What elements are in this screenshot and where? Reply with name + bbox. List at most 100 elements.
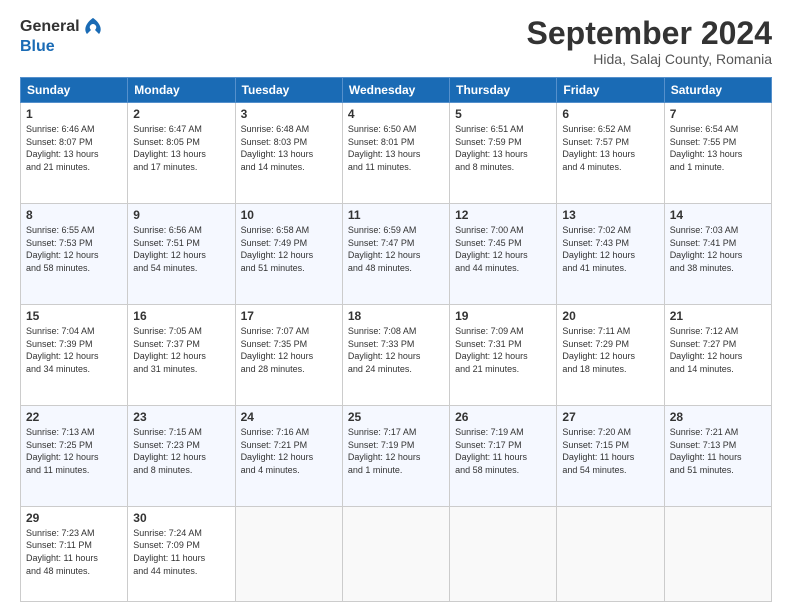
- day-number: 17: [241, 309, 337, 323]
- cell-info: Sunrise: 7:11 AM Sunset: 7:29 PM Dayligh…: [562, 325, 658, 375]
- table-row: 18 Sunrise: 7:08 AM Sunset: 7:33 PM Dayli…: [342, 305, 449, 406]
- cell-info: Sunrise: 6:48 AM Sunset: 8:03 PM Dayligh…: [241, 123, 337, 173]
- col-monday: Monday: [128, 78, 235, 103]
- table-row: 8Sunrise: 6:55 AM Sunset: 7:53 PM Daylig…: [21, 204, 128, 305]
- day-number: 4: [348, 107, 444, 121]
- table-row: 21 Sunrise: 7:12 AM Sunset: 7:27 PM Dayli…: [664, 305, 771, 406]
- cell-info: Sunrise: 7:17 AM Sunset: 7:19 PM Dayligh…: [348, 426, 444, 476]
- cell-info: Sunrise: 7:23 AM Sunset: 7:11 PM Dayligh…: [26, 527, 122, 577]
- col-wednesday: Wednesday: [342, 78, 449, 103]
- day-number: 29: [26, 511, 122, 525]
- cell-info: Sunrise: 7:24 AM Sunset: 7:09 PM Dayligh…: [133, 527, 229, 577]
- cell-info: Sunrise: 6:52 AM Sunset: 7:57 PM Dayligh…: [562, 123, 658, 173]
- table-row: 23Sunrise: 7:15 AM Sunset: 7:23 PM Dayli…: [128, 405, 235, 506]
- col-tuesday: Tuesday: [235, 78, 342, 103]
- col-sunday: Sunday: [21, 78, 128, 103]
- cell-info: Sunrise: 6:59 AM Sunset: 7:47 PM Dayligh…: [348, 224, 444, 274]
- day-number: 1: [26, 107, 122, 121]
- day-number: 25: [348, 410, 444, 424]
- table-row: 17 Sunrise: 7:07 AM Sunset: 7:35 PM Dayli…: [235, 305, 342, 406]
- table-row: 13 Sunrise: 7:02 AM Sunset: 7:43 PM Dayli…: [557, 204, 664, 305]
- table-row: 6 Sunrise: 6:52 AM Sunset: 7:57 PM Daylig…: [557, 103, 664, 204]
- page-header: General Blue September 2024 Hida, Salaj …: [20, 16, 772, 67]
- table-row: 5Sunrise: 6:51 AM Sunset: 7:59 PM Daylig…: [450, 103, 557, 204]
- cell-info: Sunrise: 7:03 AM Sunset: 7:41 PM Dayligh…: [670, 224, 766, 274]
- table-row: 16 Sunrise: 7:05 AM Sunset: 7:37 PM Dayli…: [128, 305, 235, 406]
- table-row: 20 Sunrise: 7:11 AM Sunset: 7:29 PM Dayli…: [557, 305, 664, 406]
- day-number: 9: [133, 208, 229, 222]
- day-number: 6: [562, 107, 658, 121]
- day-number: 15: [26, 309, 122, 323]
- cell-info: Sunrise: 7:07 AM Sunset: 7:35 PM Dayligh…: [241, 325, 337, 375]
- table-row: 28 Sunrise: 7:21 AM Sunset: 7:13 PM Dayli…: [664, 405, 771, 506]
- cell-info: Sunrise: 6:58 AM Sunset: 7:49 PM Dayligh…: [241, 224, 337, 274]
- table-row: 9 Sunrise: 6:56 AM Sunset: 7:51 PM Daylig…: [128, 204, 235, 305]
- table-row: 4Sunrise: 6:50 AM Sunset: 8:01 PM Daylig…: [342, 103, 449, 204]
- cell-info: Sunrise: 6:51 AM Sunset: 7:59 PM Dayligh…: [455, 123, 551, 173]
- day-number: 14: [670, 208, 766, 222]
- table-row: 30 Sunrise: 7:24 AM Sunset: 7:09 PM Dayli…: [128, 506, 235, 601]
- table-row: 22Sunrise: 7:13 AM Sunset: 7:25 PM Dayli…: [21, 405, 128, 506]
- month-title: September 2024: [527, 16, 772, 51]
- day-number: 19: [455, 309, 551, 323]
- table-row: 1 Sunrise: 6:46 AM Sunset: 8:07 PM Daylig…: [21, 103, 128, 204]
- table-row: 10 Sunrise: 6:58 AM Sunset: 7:49 PM Dayli…: [235, 204, 342, 305]
- cell-info: Sunrise: 7:04 AM Sunset: 7:39 PM Dayligh…: [26, 325, 122, 375]
- day-number: 20: [562, 309, 658, 323]
- table-row: 25 Sunrise: 7:17 AM Sunset: 7:19 PM Dayli…: [342, 405, 449, 506]
- day-number: 7: [670, 107, 766, 121]
- day-number: 30: [133, 511, 229, 525]
- calendar-table: Sunday Monday Tuesday Wednesday Thursday…: [20, 77, 772, 602]
- day-number: 21: [670, 309, 766, 323]
- day-number: 12: [455, 208, 551, 222]
- table-row: [342, 506, 449, 601]
- calendar-header-row: Sunday Monday Tuesday Wednesday Thursday…: [21, 78, 772, 103]
- cell-info: Sunrise: 7:20 AM Sunset: 7:15 PM Dayligh…: [562, 426, 658, 476]
- logo-general: General: [20, 18, 80, 36]
- table-row: 7 Sunrise: 6:54 AM Sunset: 7:55 PM Daylig…: [664, 103, 771, 204]
- cell-info: Sunrise: 7:09 AM Sunset: 7:31 PM Dayligh…: [455, 325, 551, 375]
- cell-info: Sunrise: 7:12 AM Sunset: 7:27 PM Dayligh…: [670, 325, 766, 375]
- day-number: 28: [670, 410, 766, 424]
- day-number: 18: [348, 309, 444, 323]
- table-row: 19 Sunrise: 7:09 AM Sunset: 7:31 PM Dayli…: [450, 305, 557, 406]
- cell-info: Sunrise: 6:54 AM Sunset: 7:55 PM Dayligh…: [670, 123, 766, 173]
- table-row: [664, 506, 771, 601]
- table-row: 15 Sunrise: 7:04 AM Sunset: 7:39 PM Dayli…: [21, 305, 128, 406]
- cell-info: Sunrise: 7:08 AM Sunset: 7:33 PM Dayligh…: [348, 325, 444, 375]
- day-number: 11: [348, 208, 444, 222]
- day-number: 24: [241, 410, 337, 424]
- day-number: 13: [562, 208, 658, 222]
- table-row: 27 Sunrise: 7:20 AM Sunset: 7:15 PM Dayli…: [557, 405, 664, 506]
- table-row: 29 Sunrise: 7:23 AM Sunset: 7:11 PM Dayli…: [21, 506, 128, 601]
- cell-info: Sunrise: 6:46 AM Sunset: 8:07 PM Dayligh…: [26, 123, 122, 173]
- cell-info: Sunrise: 7:02 AM Sunset: 7:43 PM Dayligh…: [562, 224, 658, 274]
- day-number: 22: [26, 410, 122, 424]
- day-number: 2: [133, 107, 229, 121]
- table-row: [557, 506, 664, 601]
- table-row: 11 Sunrise: 6:59 AM Sunset: 7:47 PM Dayli…: [342, 204, 449, 305]
- cell-info: Sunrise: 7:21 AM Sunset: 7:13 PM Dayligh…: [670, 426, 766, 476]
- cell-info: Sunrise: 7:00 AM Sunset: 7:45 PM Dayligh…: [455, 224, 551, 274]
- cell-info: Sunrise: 7:19 AM Sunset: 7:17 PM Dayligh…: [455, 426, 551, 476]
- col-saturday: Saturday: [664, 78, 771, 103]
- col-friday: Friday: [557, 78, 664, 103]
- logo-blue: Blue: [20, 38, 55, 56]
- table-row: [450, 506, 557, 601]
- day-number: 27: [562, 410, 658, 424]
- table-row: [235, 506, 342, 601]
- table-row: 14 Sunrise: 7:03 AM Sunset: 7:41 PM Dayli…: [664, 204, 771, 305]
- day-number: 16: [133, 309, 229, 323]
- logo-bird: [82, 16, 104, 38]
- cell-info: Sunrise: 6:55 AM Sunset: 7:53 PM Dayligh…: [26, 224, 122, 274]
- table-row: 3Sunrise: 6:48 AM Sunset: 8:03 PM Daylig…: [235, 103, 342, 204]
- cell-info: Sunrise: 7:16 AM Sunset: 7:21 PM Dayligh…: [241, 426, 337, 476]
- location-label: Hida, Salaj County, Romania: [527, 51, 772, 67]
- day-number: 10: [241, 208, 337, 222]
- cell-info: Sunrise: 6:56 AM Sunset: 7:51 PM Dayligh…: [133, 224, 229, 274]
- day-number: 26: [455, 410, 551, 424]
- cell-info: Sunrise: 7:05 AM Sunset: 7:37 PM Dayligh…: [133, 325, 229, 375]
- table-row: 2Sunrise: 6:47 AM Sunset: 8:05 PM Daylig…: [128, 103, 235, 204]
- logo: General Blue: [20, 16, 104, 56]
- cell-info: Sunrise: 7:15 AM Sunset: 7:23 PM Dayligh…: [133, 426, 229, 476]
